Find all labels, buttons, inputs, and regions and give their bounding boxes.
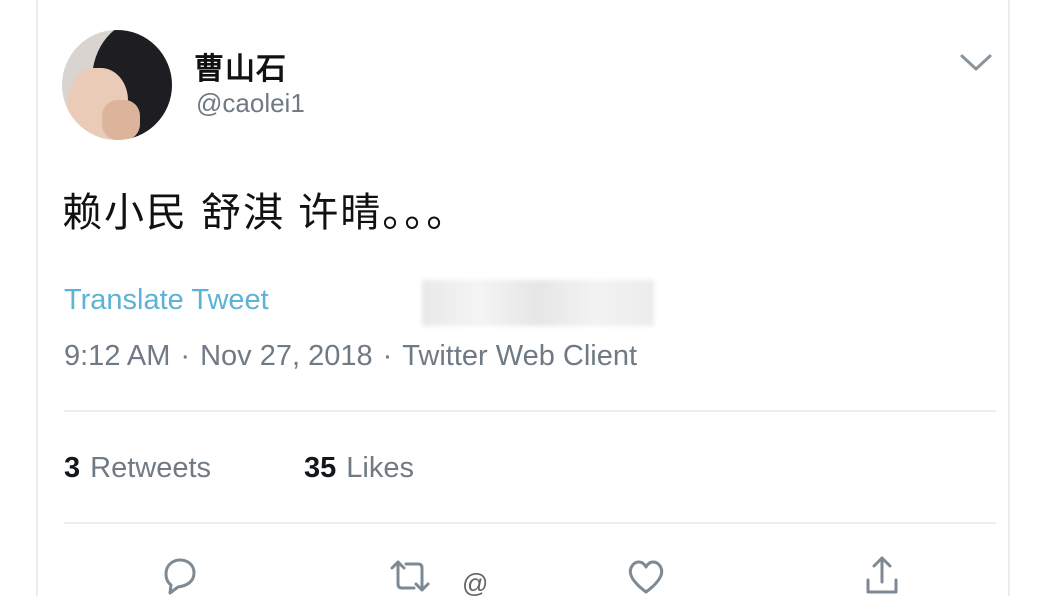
retweets-label: Retweets	[90, 452, 212, 484]
user-handle[interactable]: @caolei1	[196, 88, 305, 119]
divider	[64, 410, 996, 412]
tweet-text: 赖小民 舒淇 许晴。。。	[62, 191, 469, 235]
tweet-date[interactable]: Nov 27, 2018	[200, 340, 373, 373]
heart-icon[interactable]	[622, 552, 670, 600]
tweet-meta: 9:12 AM · Nov 27, 2018 · Twitter Web Client	[64, 340, 637, 373]
translate-tweet-link[interactable]: Translate Tweet	[64, 284, 269, 317]
tweet-client[interactable]: Twitter Web Client	[402, 340, 637, 373]
meta-separator: ·	[382, 340, 393, 372]
tweet-time[interactable]: 9:12 AM	[64, 340, 170, 373]
avatar[interactable]	[62, 30, 172, 140]
display-name[interactable]: 曹山石	[194, 44, 287, 88]
likes-label: Likes	[346, 452, 414, 484]
redacted-overlay	[422, 280, 654, 326]
likes-count: 35	[304, 452, 337, 484]
likes-stat[interactable]: 35 Likes	[304, 452, 414, 485]
watermark: @	[458, 568, 493, 599]
share-icon[interactable]	[858, 552, 906, 600]
retweet-icon[interactable]	[386, 552, 434, 600]
reply-icon[interactable]	[156, 552, 204, 600]
frame-border-left	[36, 0, 38, 596]
chevron-down-icon[interactable]	[958, 48, 994, 76]
retweets-stat[interactable]: 3 Retweets	[64, 452, 211, 485]
meta-separator: ·	[180, 340, 191, 372]
retweets-count: 3	[64, 452, 81, 484]
divider	[64, 522, 996, 524]
frame-border-right	[1008, 0, 1010, 596]
